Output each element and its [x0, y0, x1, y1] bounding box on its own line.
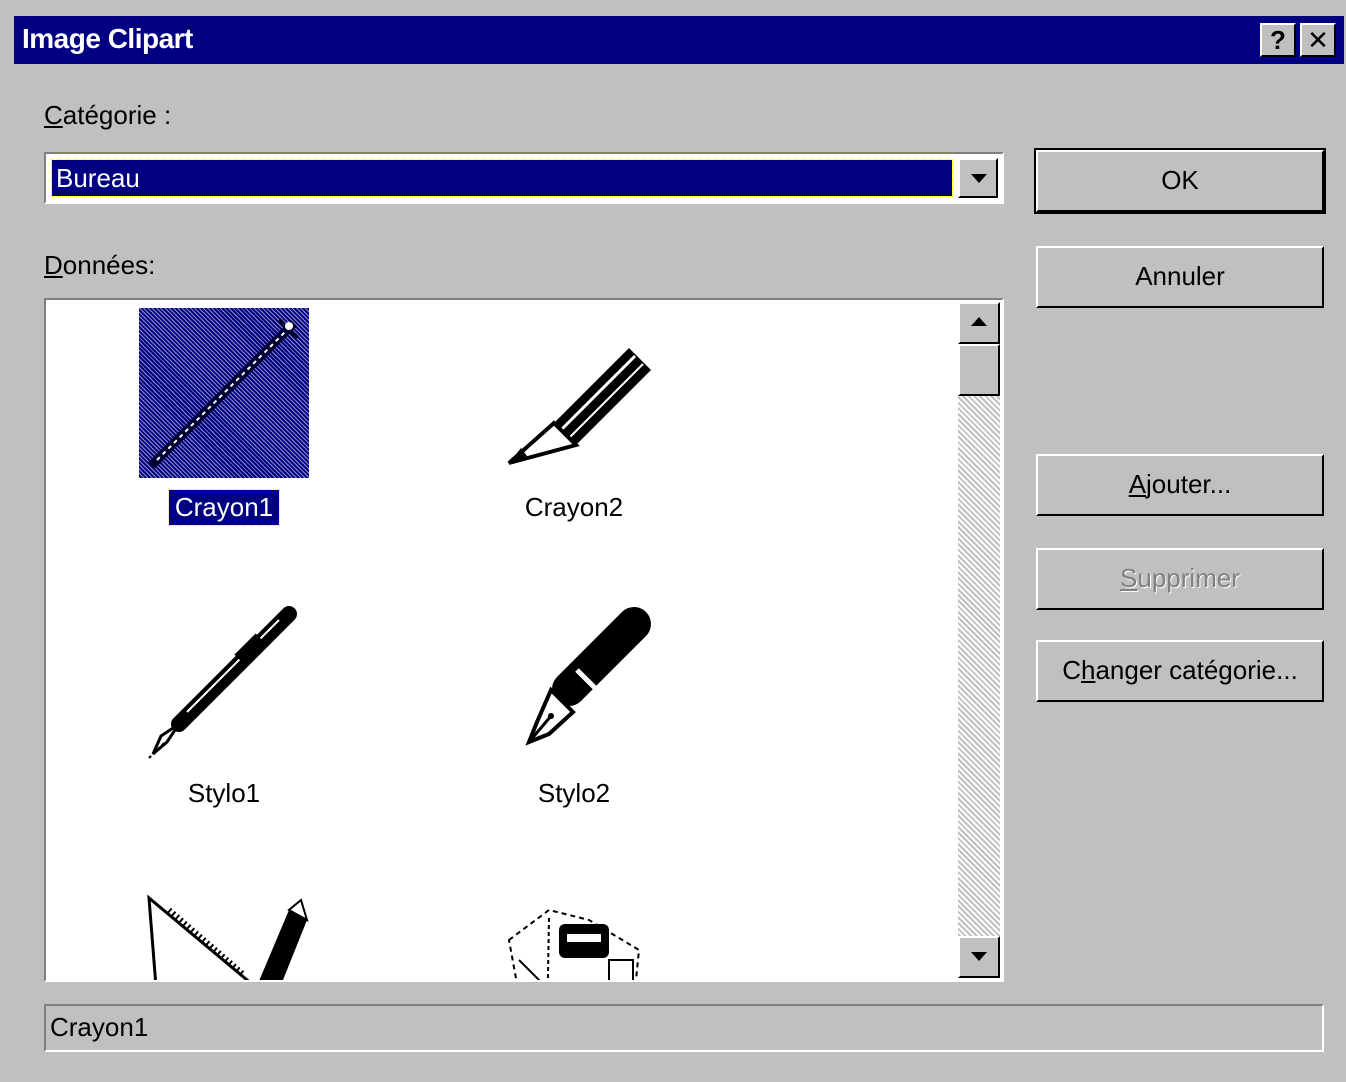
list-item[interactable]: Stylo2: [454, 594, 694, 811]
scroll-up-button[interactable]: [958, 302, 1000, 344]
item-caption: Crayon1: [167, 489, 281, 526]
item-caption: Crayon2: [524, 492, 624, 522]
item-caption: Stylo2: [537, 778, 611, 808]
help-icon: ?: [1270, 25, 1286, 55]
help-button[interactable]: ?: [1260, 23, 1296, 57]
pencil-icon: [507, 348, 651, 465]
fountain-pen-icon: [525, 607, 651, 746]
category-label: Catégorie :: [44, 100, 172, 130]
list-scrollbar[interactable]: [958, 302, 1000, 978]
add-button[interactable]: Ajouter...: [1036, 454, 1324, 516]
list-item[interactable]: Crayon1: [104, 308, 344, 526]
change-category-button[interactable]: Changer catégorie...: [1036, 640, 1324, 702]
list-item[interactable]: Stylo1: [104, 594, 344, 811]
ok-button[interactable]: OK: [1034, 148, 1326, 214]
desk-items-icon: [507, 908, 641, 980]
list-item[interactable]: Crayon2: [454, 308, 694, 525]
pencil-thin-icon: [147, 318, 299, 470]
category-select[interactable]: Bureau: [44, 152, 1004, 204]
category-dropdown-button[interactable]: [958, 158, 998, 198]
ruler-pencil-icon: [147, 894, 309, 980]
item-caption: Stylo1: [187, 778, 261, 808]
data-label: Données:: [44, 250, 156, 280]
clipart-list[interactable]: Crayon1 Crayon2 Stylo1 Stylo2: [44, 298, 1004, 982]
list-item[interactable]: [454, 880, 694, 980]
ballpoint-pen-icon: [148, 606, 297, 759]
window-title: Image Clipart: [22, 23, 193, 54]
selected-item-name: Crayon1: [44, 1004, 1324, 1052]
category-value[interactable]: Bureau: [51, 159, 953, 197]
close-button[interactable]: ✕: [1300, 23, 1336, 57]
cancel-button[interactable]: Annuler: [1036, 246, 1324, 308]
list-item[interactable]: [104, 880, 344, 980]
delete-button: Supprimer: [1036, 548, 1324, 610]
close-icon: ✕: [1307, 25, 1329, 55]
scroll-down-arrow-icon: [971, 952, 987, 961]
scroll-thumb[interactable]: [958, 344, 1000, 396]
image-clipart-dialog: Image Clipart ? ✕ Catégorie : Bureau Don…: [0, 0, 1346, 1082]
scroll-up-arrow-icon: [971, 317, 987, 326]
title-bar[interactable]: Image Clipart ? ✕: [14, 16, 1344, 64]
chevron-down-icon: [971, 174, 987, 183]
scroll-down-button[interactable]: [958, 936, 1000, 978]
